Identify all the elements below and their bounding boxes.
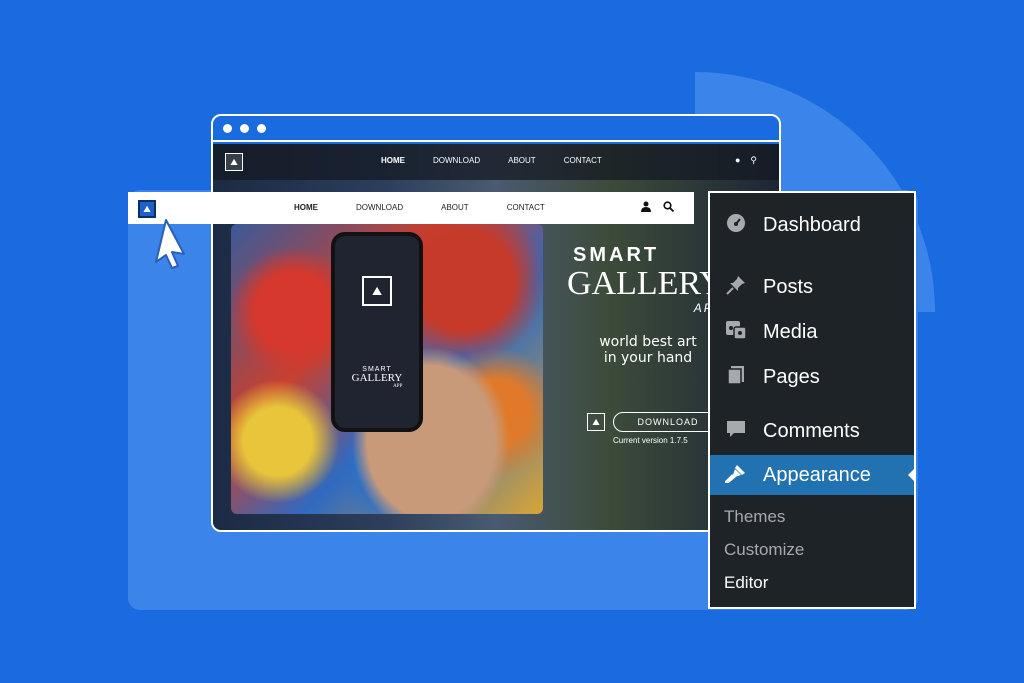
brush-icon [722,463,748,488]
comment-icon [724,419,748,444]
menu-label: Pages [763,365,820,388]
menu-label: Appearance [763,463,871,486]
menu-item-comments[interactable]: Comments [710,411,914,451]
brand-smart: SMART [573,244,660,266]
browser-titlebar [213,116,779,142]
nav-contact-link[interactable]: CONTACT [564,156,602,165]
submenu-themes[interactable]: Themes [724,507,785,527]
search-icon[interactable]: ⚲ [750,155,757,166]
menu-item-appearance[interactable]: Appearance [710,455,916,495]
phone-brand-app: APP [393,384,403,389]
pin-icon [724,275,748,300]
menu-item-media[interactable]: Media [710,312,914,352]
menu-label: Comments [763,419,860,442]
nav-contact-link[interactable]: CONTACT [507,203,545,212]
site-logo-icon[interactable]: ⛰ [138,200,156,218]
hero-tagline: world best art in your hand [599,334,697,366]
menu-item-posts[interactable]: Posts [710,267,914,307]
active-indicator-arrow [908,467,916,483]
submenu-editor[interactable]: Editor [724,573,768,593]
nav-download-link[interactable]: DOWNLOAD [356,203,403,212]
mouse-cursor-icon [148,218,188,275]
phone-brand-gallery: GALLERY [351,372,403,384]
window-dot[interactable] [223,123,232,133]
menu-label: Posts [763,275,814,298]
dashboard-icon [724,213,748,238]
nav-about-link[interactable]: ABOUT [508,156,536,165]
nav-download-link[interactable]: DOWNLOAD [433,156,480,165]
app-logo-icon: ⛰ [587,413,605,431]
nav-about-link[interactable]: ABOUT [441,203,469,212]
site-logo-icon[interactable]: ⛰ [225,153,243,171]
user-icon[interactable] [641,201,651,215]
submenu-customize[interactable]: Customize [724,540,804,560]
phone-mockup: ⛰ SMART GALLERY APP [331,232,423,432]
nav-home-link[interactable]: HOME [294,203,318,212]
menu-item-dashboard[interactable]: Dashboard [710,205,914,245]
phone-brand: SMART GALLERY APP [352,366,403,389]
pages-icon [724,365,748,390]
brand-gallery: GALLERY [567,265,724,302]
brand-app: APP [573,301,724,315]
window-dot[interactable] [257,123,266,133]
media-icon [724,320,748,345]
site-nav-dark: ⛰ HOME DOWNLOAD ABOUT CONTACT ● ⚲ [213,144,779,180]
phone-logo-icon: ⛰ [362,276,392,306]
version-text: Current version 1.7.5 [613,436,688,445]
window-dot[interactable] [240,123,249,133]
browser-window: ⛰ HOME DOWNLOAD ABOUT CONTACT ● ⚲ ⛰ SMAR… [211,114,781,532]
menu-item-pages[interactable]: Pages [710,357,914,397]
menu-label: Dashboard [763,213,861,236]
download-button[interactable]: DOWNLOAD [613,412,723,432]
hero-brand: SMART GALLERY APP [567,244,724,315]
site-nav-white: ⛰ HOME DOWNLOAD ABOUT CONTACT [128,192,694,224]
user-icon[interactable]: ● [735,155,740,166]
nav-home-link[interactable]: HOME [381,156,405,165]
search-icon[interactable] [663,201,675,215]
menu-label: Media [763,320,818,343]
wp-admin-menu: Dashboard Posts Media Pages Comments App… [708,191,916,609]
hero-painting-image: ⛰ SMART GALLERY APP [231,224,543,514]
